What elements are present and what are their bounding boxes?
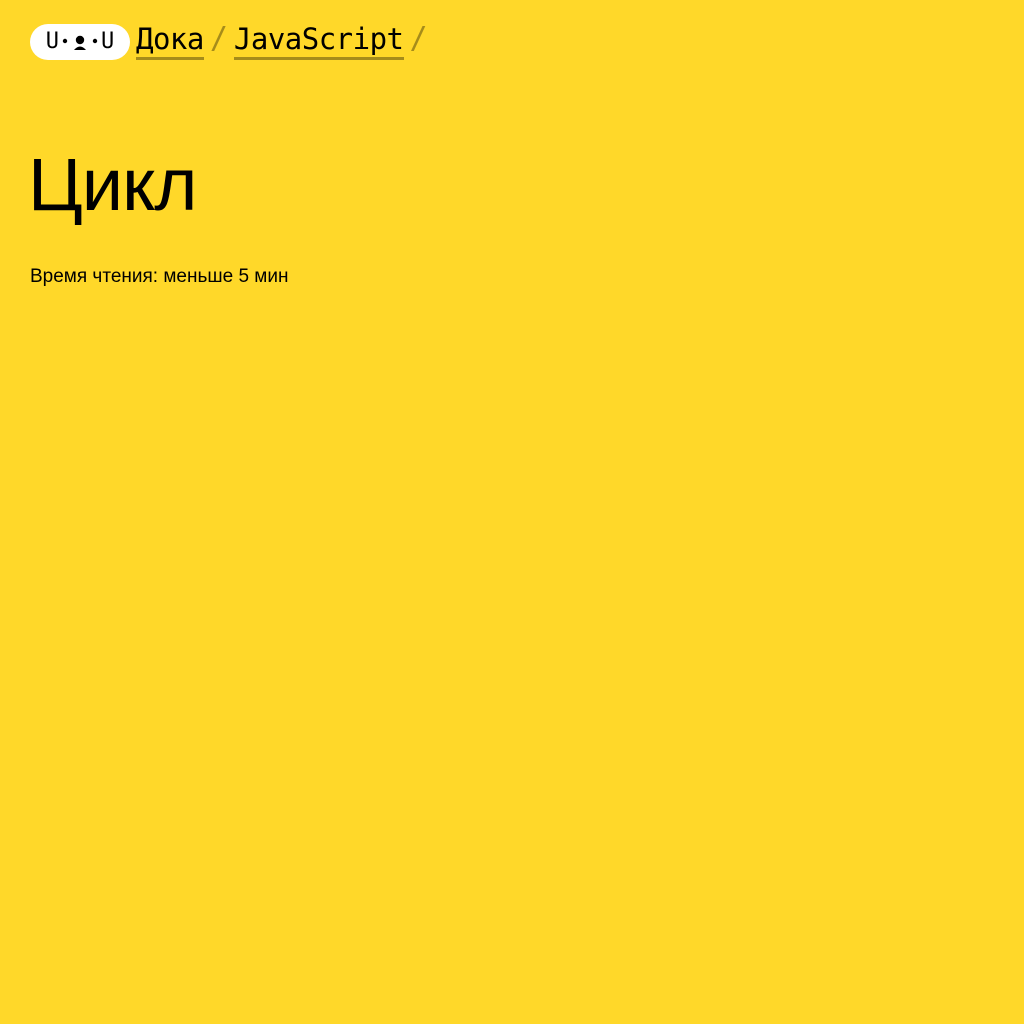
page-title: Цикл <box>28 143 197 226</box>
breadcrumb: Дока / JavaScript / <box>136 22 434 60</box>
logo-face-icon <box>59 32 101 52</box>
logo-letter-right: U <box>101 29 115 54</box>
breadcrumb-link-javascript[interactable]: JavaScript <box>233 22 404 60</box>
breadcrumb-link-doka[interactable]: Дока <box>136 22 204 60</box>
logo-letter-left: U <box>45 29 59 54</box>
site-header: U U Дока / JavaScript / <box>30 22 434 62</box>
reading-time: Время чтения: меньше 5 мин <box>30 266 289 287</box>
breadcrumb-separator: / <box>209 21 228 56</box>
breadcrumb-separator: / <box>409 21 428 56</box>
logo-face-svg <box>62 35 98 50</box>
site-logo[interactable]: U U <box>30 24 130 60</box>
